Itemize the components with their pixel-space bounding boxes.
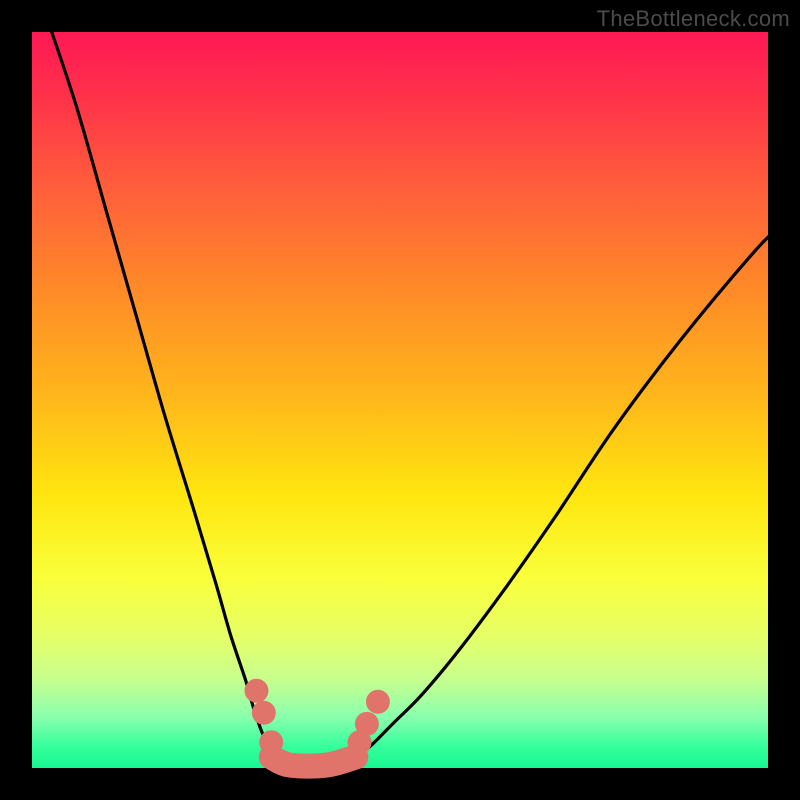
bead-right-3 xyxy=(366,690,390,714)
outer-frame: TheBottleneck.com xyxy=(0,0,800,800)
plot-area xyxy=(32,32,768,768)
v-bottom xyxy=(271,757,356,766)
bead-right-2 xyxy=(355,712,379,736)
bead-left-2 xyxy=(252,701,276,725)
left-curve xyxy=(47,17,271,757)
bead-left-1 xyxy=(244,679,268,703)
watermark-text: TheBottleneck.com xyxy=(597,6,790,32)
beads-group xyxy=(244,679,389,755)
right-curve xyxy=(356,223,783,757)
bead-left-3 xyxy=(259,730,283,754)
chart-svg xyxy=(32,32,768,768)
